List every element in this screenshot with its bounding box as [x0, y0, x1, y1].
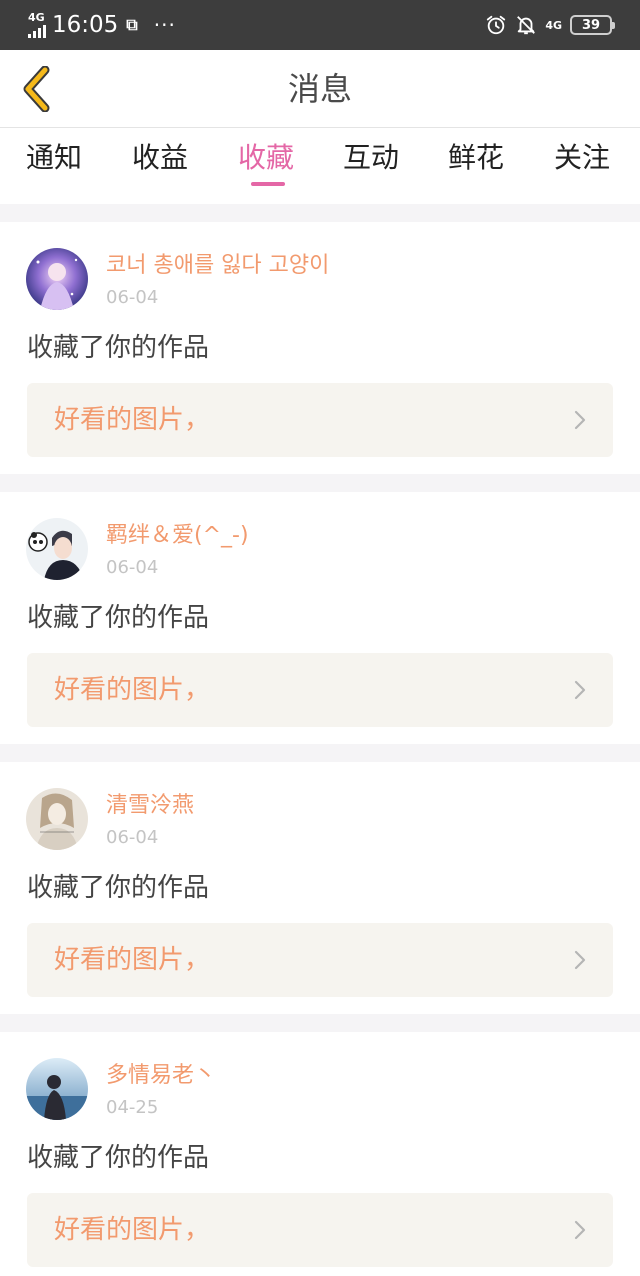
sketch-girl-avatar-icon: [26, 788, 88, 850]
chevron-right-icon: [574, 950, 586, 970]
nav-bar: 消息: [0, 50, 640, 128]
work-link[interactable]: 好看的图片，: [27, 923, 613, 997]
avatar[interactable]: [26, 518, 88, 580]
tab-interactions[interactable]: 互动: [343, 138, 399, 178]
status-time: 16:05: [52, 12, 119, 38]
chevron-right-icon: [574, 410, 586, 430]
work-link[interactable]: 好看的图片，: [27, 1193, 613, 1267]
list-item: 羁绊＆爱(^_-) 06-04 收藏了你的作品 好看的图片，: [0, 492, 640, 744]
notification-date: 04-25: [106, 1097, 159, 1118]
mute-bell-icon: [517, 16, 536, 35]
list-item: 多情易老丶 04-25 收藏了你的作品 好看的图片，: [0, 1032, 640, 1276]
battery-level: 39: [581, 17, 601, 33]
alarm-icon: [487, 15, 506, 35]
username[interactable]: 코너 총애를 잃다 고양이: [106, 250, 329, 282]
tab-notifications[interactable]: 通知: [26, 138, 82, 178]
username[interactable]: 多情易老丶: [106, 1060, 216, 1092]
notification-action: 收藏了你的作品: [27, 603, 210, 633]
tab-earnings[interactable]: 收益: [132, 138, 188, 178]
chevron-right-icon: [574, 680, 586, 700]
notification-date: 06-04: [106, 557, 159, 578]
notification-action: 收藏了你的作品: [27, 1143, 210, 1173]
galaxy-girl-avatar-icon: [26, 248, 88, 310]
page-title: 消息: [287, 70, 352, 108]
tab-flowers[interactable]: 鲜花: [448, 138, 504, 178]
boy-with-panda-avatar-icon: [26, 518, 88, 580]
work-title: 好看的图片，: [54, 675, 211, 705]
tab-following[interactable]: 关注: [554, 138, 610, 178]
notification-action: 收藏了你的作品: [27, 333, 210, 363]
username[interactable]: 清雪泠燕: [106, 790, 194, 822]
notification-date: 06-04: [106, 287, 159, 308]
list-item: 코너 총애를 잃다 고양이 06-04 收藏了你的作品 好看的图片，: [0, 222, 640, 474]
avatar[interactable]: [26, 248, 88, 310]
network-type-icon: 4G: [545, 18, 562, 32]
notification-action: 收藏了你的作品: [27, 873, 210, 903]
status-bar: 4G 16:05 ⧉ ··· 4G 39: [0, 0, 640, 50]
cellular-signal-icon: 4G: [28, 12, 46, 38]
notification-date: 06-04: [106, 827, 159, 848]
work-title: 好看的图片，: [54, 1215, 211, 1245]
avatar[interactable]: [26, 788, 88, 850]
active-tab-indicator: [251, 182, 285, 186]
username[interactable]: 羁绊＆爱(^_-): [106, 520, 249, 552]
screenshot-icon: ⧉: [126, 15, 138, 34]
more-notifications-icon: ···: [153, 13, 176, 37]
work-link[interactable]: 好看的图片，: [27, 383, 613, 457]
work-title: 好看的图片，: [54, 405, 211, 435]
work-title: 好看的图片，: [54, 945, 211, 975]
tab-favorites[interactable]: 收藏: [238, 138, 294, 178]
seaside-girl-avatar-icon: [26, 1058, 88, 1120]
list-item: 清雪泠燕 06-04 收藏了你的作品 好看的图片，: [0, 762, 640, 1014]
chevron-right-icon: [574, 1220, 586, 1240]
battery-icon: 39: [570, 15, 615, 35]
work-link[interactable]: 好看的图片，: [27, 653, 613, 727]
tab-bar: 通知 收益 收藏 互动 鲜花 关注: [0, 128, 640, 204]
avatar[interactable]: [26, 1058, 88, 1120]
